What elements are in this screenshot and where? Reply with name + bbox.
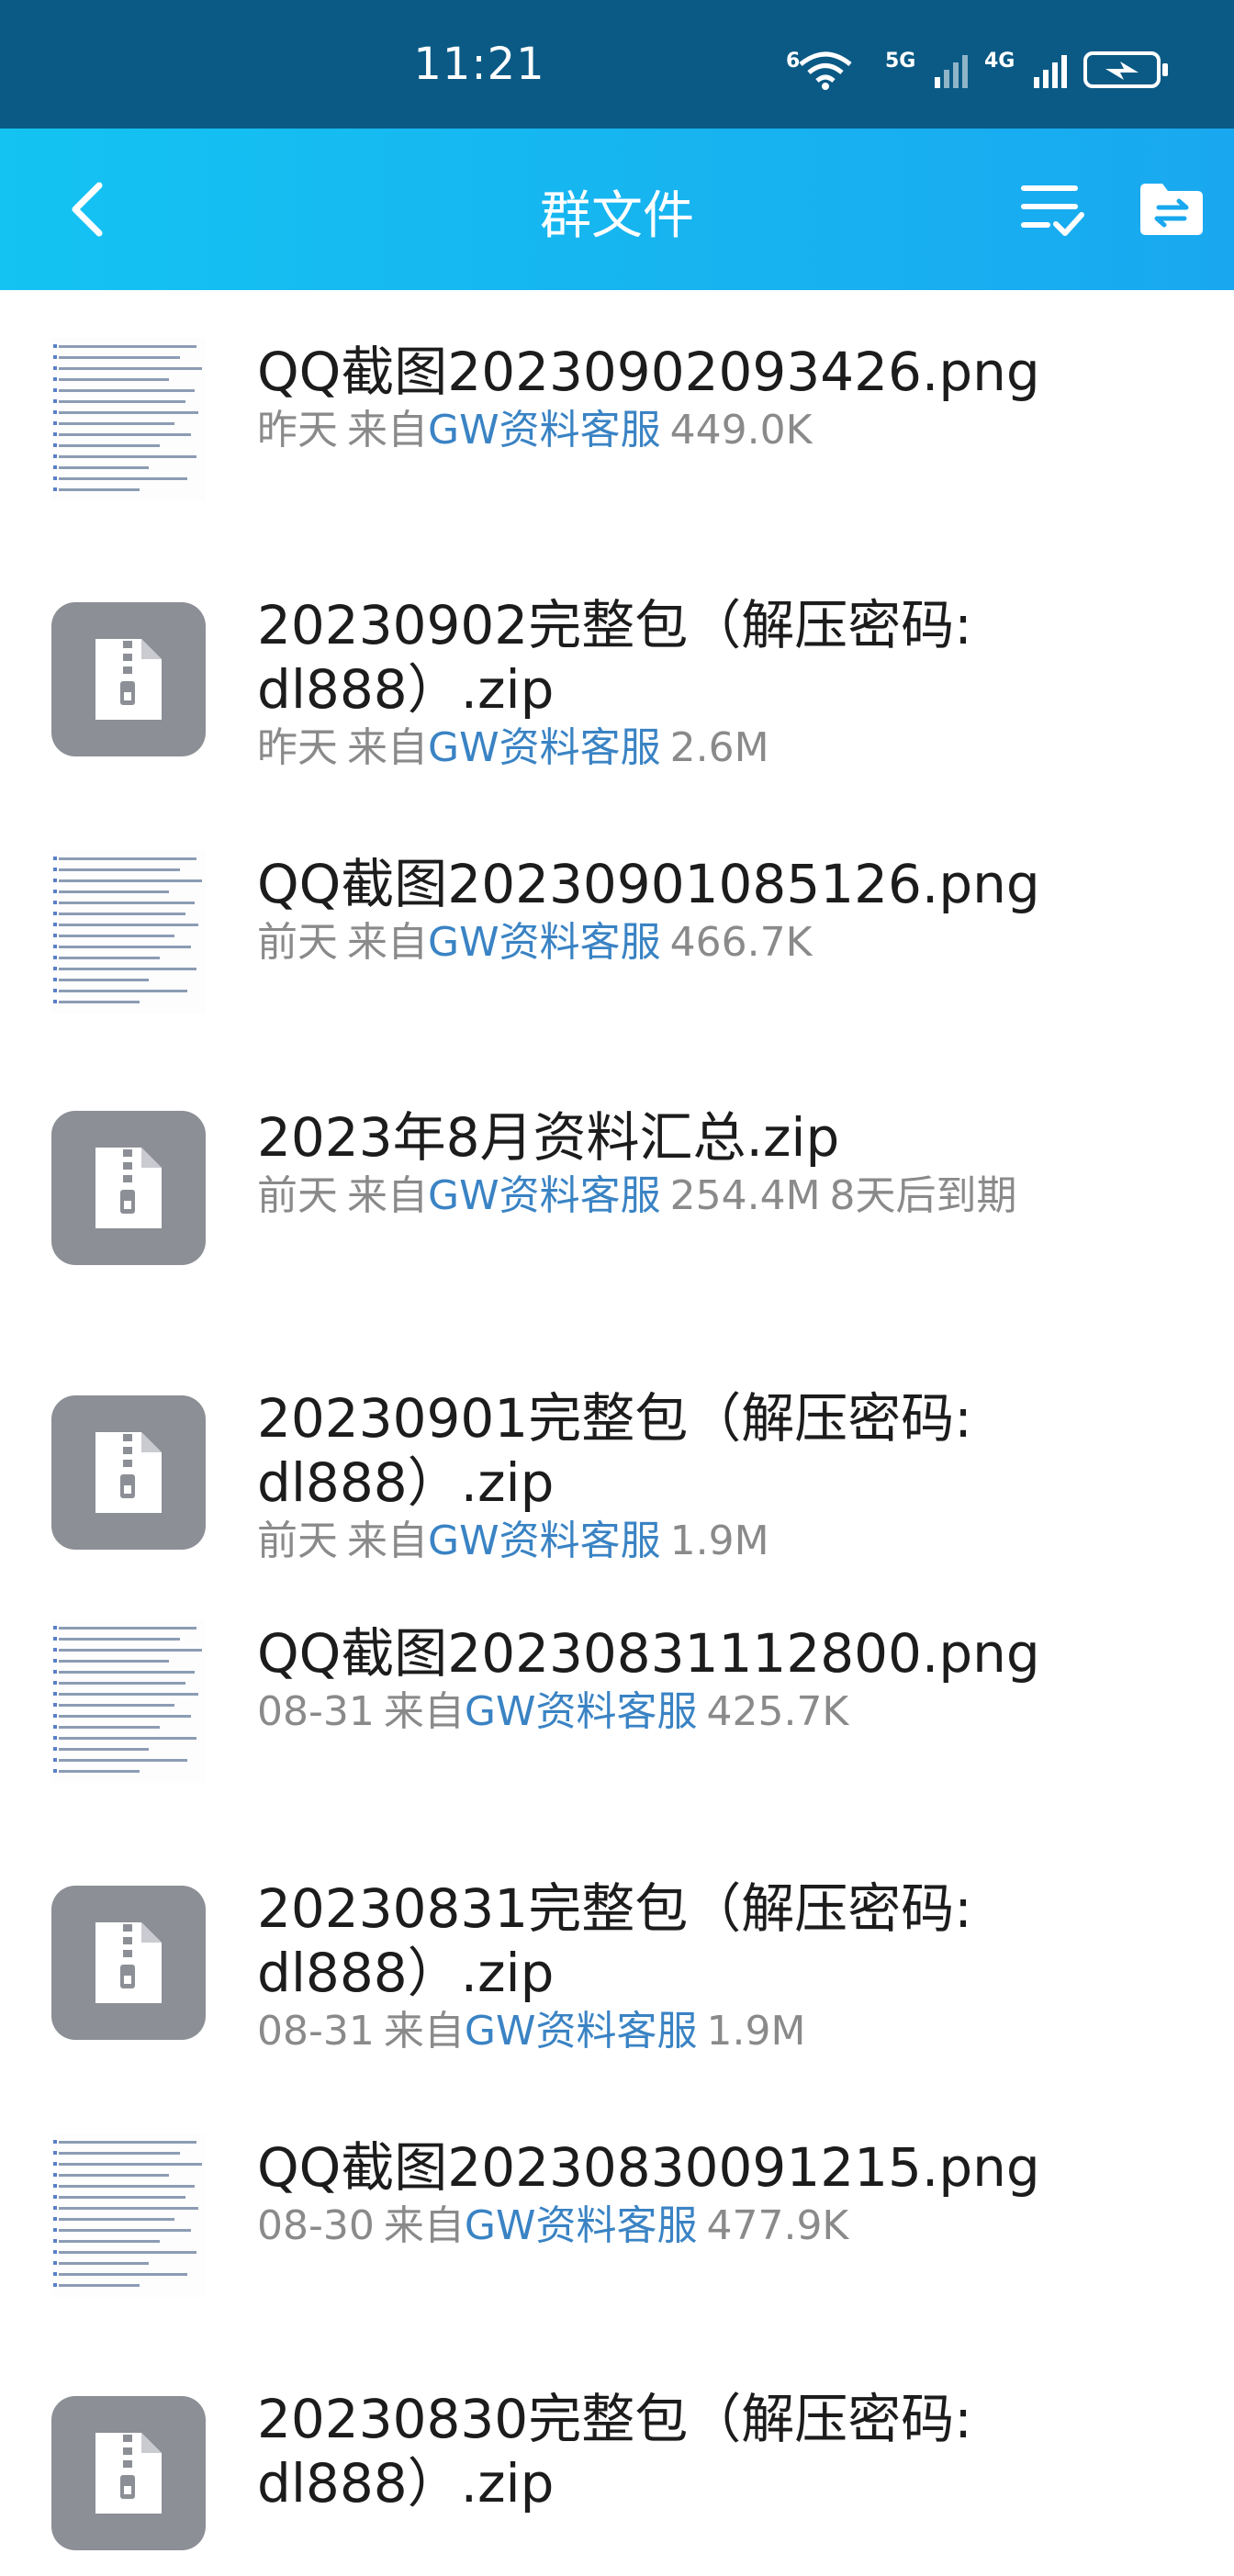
list-check-icon bbox=[1021, 185, 1084, 236]
zip-file-icon bbox=[51, 602, 206, 756]
file-name-line: 20230831完整包（解压密码: bbox=[257, 1877, 972, 1940]
file-name-line: 20230901完整包（解压密码: bbox=[257, 1387, 972, 1450]
battery-charging-icon bbox=[1083, 51, 1168, 88]
file-name-line: 2023年8月资料汇总.zip bbox=[257, 1106, 840, 1169]
file-from-prefix: 来自 bbox=[383, 2008, 465, 2055]
file-sender[interactable]: GW资料客服 bbox=[428, 1518, 661, 1564]
file-meta: 前天 来自GW资料客服 254.4M 8天后到期 bbox=[257, 1170, 1065, 1223]
file-date: 昨天 bbox=[257, 407, 338, 454]
file-list-item[interactable]: 2023年8月资料汇总.zip 前天 来自GW资料客服 254.4M 8天后到期 bbox=[0, 1056, 1234, 1294]
zip-file-icon bbox=[51, 1886, 206, 2040]
file-size: 254.4M bbox=[669, 1172, 821, 1219]
file-sender[interactable]: GW资料客服 bbox=[465, 1688, 698, 1735]
file-sender[interactable]: GW资料客服 bbox=[428, 407, 661, 454]
status-bar: 11:21 6 5G 4G bbox=[0, 0, 1234, 129]
file-from-prefix: 来自 bbox=[347, 407, 428, 454]
file-list-item[interactable]: 20230830完整包（解压密码: dl888）.zip bbox=[0, 2337, 1234, 2576]
file-name: 20230830完整包（解压密码: dl888）.zip bbox=[257, 2387, 1083, 2515]
zipper-icon bbox=[95, 1922, 162, 2003]
file-name: QQ截图20230901085126.png bbox=[257, 852, 1083, 916]
file-size: 466.7K bbox=[669, 919, 813, 966]
file-meta: 昨天 来自GW资料客服 2.6M bbox=[257, 722, 1065, 775]
signal-5g-icon: 5G bbox=[885, 46, 968, 94]
file-from-prefix: 来自 bbox=[383, 1688, 465, 1735]
file-list-item[interactable]: 20230902完整包（解压密码: dl888）.zip 昨天 来自GW资料客服 2.6… bbox=[0, 543, 1234, 782]
file-size: 477.9K bbox=[706, 2202, 849, 2249]
file-date: 前天 bbox=[257, 919, 338, 966]
file-list-item[interactable]: QQ截图20230901085126.png 前天 来自GW资料客服 466.7K bbox=[0, 802, 1234, 1041]
zip-file-icon bbox=[51, 1111, 206, 1265]
folder-transfer-button[interactable] bbox=[1135, 173, 1208, 246]
file-date: 08-31 bbox=[257, 2008, 375, 2055]
file-list-item[interactable]: QQ截图20230830091215.png 08-30 来自GW资料客服 477.9… bbox=[0, 2086, 1234, 2324]
file-from-prefix: 来自 bbox=[347, 919, 428, 966]
file-date: 08-30 bbox=[257, 2202, 375, 2249]
file-name-line: QQ截图20230830091215.png bbox=[257, 2136, 1040, 2199]
file-date: 前天 bbox=[257, 1518, 338, 1564]
file-name-line: dl888）.zip bbox=[257, 1942, 555, 2004]
file-meta: 前天 来自GW资料客服 1.9M bbox=[257, 1515, 1065, 1568]
file-name: QQ截图20230830091215.png bbox=[257, 2135, 1083, 2200]
file-sender[interactable]: GW资料客服 bbox=[465, 2008, 698, 2055]
sort-select-button[interactable] bbox=[1015, 173, 1089, 246]
zip-file-icon bbox=[51, 2396, 206, 2550]
file-name-line: QQ截图20230831112800.png bbox=[257, 1622, 1040, 1685]
signal-4g-icon: 4G bbox=[984, 46, 1067, 94]
zipper-icon bbox=[95, 2433, 162, 2514]
file-date: 昨天 bbox=[257, 724, 338, 771]
file-sender[interactable]: GW资料客服 bbox=[465, 2202, 698, 2249]
file-name: QQ截图20230902093426.png bbox=[257, 340, 1083, 404]
file-name: 20230902完整包（解压密码: dl888）.zip bbox=[257, 593, 1083, 722]
title-bar: 群文件 bbox=[0, 129, 1234, 290]
file-meta: 08-31 来自GW资料客服 1.9M bbox=[257, 2005, 1065, 2058]
image-thumbnail bbox=[51, 1619, 206, 1783]
file-expiry: 8天后到期 bbox=[829, 1172, 1017, 1219]
image-thumbnail bbox=[51, 2134, 206, 2297]
file-name-line: dl888）.zip bbox=[257, 1451, 555, 1514]
file-name: 20230831完整包（解压密码: dl888）.zip bbox=[257, 1876, 1083, 2005]
file-date: 前天 bbox=[257, 1172, 338, 1219]
file-name-line: QQ截图20230901085126.png bbox=[257, 853, 1040, 915]
file-name: 2023年8月资料汇总.zip bbox=[257, 1105, 1083, 1170]
file-from-prefix: 来自 bbox=[347, 1518, 428, 1564]
file-meta: 昨天 来自GW资料客服 449.0K bbox=[257, 404, 1065, 457]
file-list-item[interactable]: QQ截图20230902093426.png 昨天 来自GW资料客服 449.0K bbox=[0, 290, 1234, 529]
file-date: 08-31 bbox=[257, 1688, 375, 1735]
file-size: 449.0K bbox=[669, 407, 813, 454]
file-list-item[interactable]: QQ截图20230831112800.png 08-31 来自GW资料客服 425.7… bbox=[0, 1572, 1234, 1810]
file-size: 2.6M bbox=[669, 724, 769, 771]
file-size: 425.7K bbox=[706, 1688, 849, 1735]
file-name: QQ截图20230831112800.png bbox=[257, 1621, 1083, 1686]
file-sender[interactable]: GW资料客服 bbox=[428, 1172, 661, 1219]
file-from-prefix: 来自 bbox=[347, 724, 428, 771]
file-name: 20230901完整包（解压密码: dl888）.zip bbox=[257, 1386, 1083, 1515]
folder-transfer-icon bbox=[1140, 184, 1203, 235]
status-icons: 6 5G 4G bbox=[786, 44, 1168, 95]
file-meta: 08-31 来自GW资料客服 425.7K bbox=[257, 1686, 1065, 1739]
image-thumbnail bbox=[51, 338, 206, 501]
file-size: 1.9M bbox=[706, 2008, 806, 2055]
file-sender[interactable]: GW资料客服 bbox=[428, 919, 661, 966]
file-from-prefix: 来自 bbox=[383, 2202, 465, 2249]
zip-file-icon bbox=[51, 1395, 206, 1550]
zipper-icon bbox=[95, 1148, 162, 1228]
image-thumbnail bbox=[51, 850, 206, 1014]
file-name-line: dl888）.zip bbox=[257, 2452, 555, 2514]
file-meta: 前天 来自GW资料客服 466.7K bbox=[257, 916, 1065, 969]
file-list-item[interactable]: 20230831完整包（解压密码: dl888）.zip 08-31 来自GW资料客服… bbox=[0, 1827, 1234, 2066]
zipper-icon bbox=[95, 1432, 162, 1513]
file-name-line: 20230902完整包（解压密码: bbox=[257, 594, 972, 656]
file-meta: 08-30 来自GW资料客服 477.9K bbox=[257, 2200, 1065, 2253]
file-name-line: 20230830完整包（解压密码: bbox=[257, 2388, 972, 2450]
zipper-icon bbox=[95, 639, 162, 720]
file-name-line: QQ截图20230902093426.png bbox=[257, 341, 1040, 403]
file-name-line: dl888）.zip bbox=[257, 658, 555, 721]
file-size: 1.9M bbox=[669, 1518, 769, 1564]
file-sender[interactable]: GW资料客服 bbox=[428, 724, 661, 771]
file-from-prefix: 来自 bbox=[347, 1172, 428, 1219]
wifi-signal-icon: 6 bbox=[786, 46, 869, 94]
file-list-item[interactable]: 20230901完整包（解压密码: dl888）.zip 前天 来自GW资料客服 1.9… bbox=[0, 1337, 1234, 1575]
